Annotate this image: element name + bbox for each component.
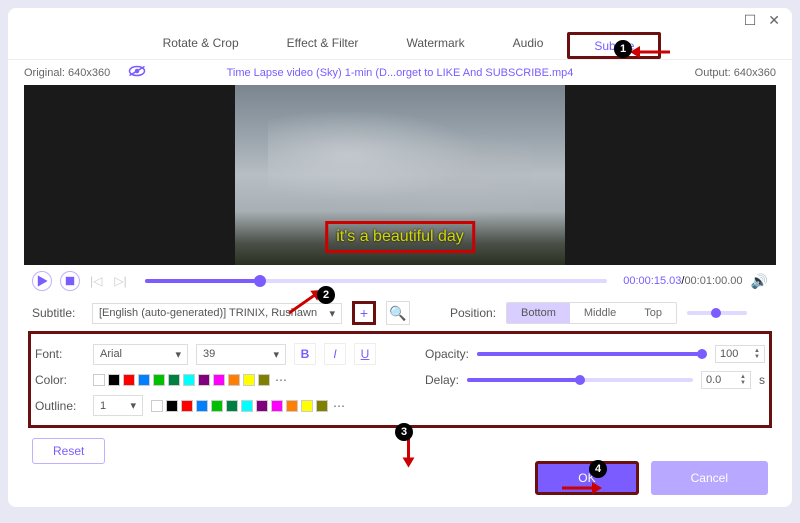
color-swatch[interactable] xyxy=(198,374,210,386)
color-swatches: ⋯ xyxy=(93,373,289,387)
tab-audio[interactable]: Audio xyxy=(489,32,568,59)
annotation-arrow-4 xyxy=(562,478,602,503)
more-colors-button[interactable]: ⋯ xyxy=(273,373,289,387)
color-swatch[interactable] xyxy=(93,374,105,386)
file-title: Time Lapse video (Sky) 1-min (D...orget … xyxy=(227,67,574,79)
playback-controls: |◁ ▷| 00:00:15.03/00:01:00.00 🔊 xyxy=(8,265,792,297)
tabs-bar: Rotate & Crop Effect & Filter Watermark … xyxy=(8,32,792,60)
color-swatch[interactable] xyxy=(183,374,195,386)
outline-swatches: ⋯ xyxy=(151,399,347,413)
annotation-arrow-1 xyxy=(630,42,670,67)
position-group: Bottom Middle Top xyxy=(506,302,677,324)
opacity-spinner[interactable]: 100▲▼ xyxy=(715,345,765,363)
volume-icon[interactable]: 🔊 xyxy=(751,273,768,290)
video-preview: it's a beautiful day xyxy=(24,85,776,265)
color-swatch[interactable] xyxy=(123,374,135,386)
opacity-slider[interactable] xyxy=(477,352,707,356)
position-top[interactable]: Top xyxy=(630,303,676,323)
chevron-down-icon: ▾ xyxy=(329,307,335,320)
cancel-button[interactable]: Cancel xyxy=(651,461,768,495)
seek-slider[interactable] xyxy=(145,279,608,283)
color-swatch[interactable] xyxy=(211,400,223,412)
delay-slider[interactable] xyxy=(467,378,693,382)
info-bar: Original: 640x360 Time Lapse video (Sky)… xyxy=(8,60,792,85)
delay-unit: s xyxy=(759,373,765,387)
maximize-button[interactable]: ☐ xyxy=(744,12,757,29)
tab-watermark[interactable]: Watermark xyxy=(382,32,488,59)
font-label: Font: xyxy=(35,347,85,361)
stop-button[interactable] xyxy=(60,271,80,291)
preview-toggle-icon[interactable] xyxy=(128,64,146,81)
position-middle[interactable]: Middle xyxy=(570,303,630,323)
color-swatch[interactable] xyxy=(258,374,270,386)
color-swatch[interactable] xyxy=(271,400,283,412)
color-swatch[interactable] xyxy=(241,400,253,412)
position-label: Position: xyxy=(450,306,496,320)
position-offset-slider[interactable] xyxy=(687,311,747,315)
color-swatch[interactable] xyxy=(168,374,180,386)
output-resolution: Output: 640x360 xyxy=(695,67,776,79)
color-swatch[interactable] xyxy=(138,374,150,386)
outline-label: Outline: xyxy=(35,399,85,413)
more-colors-button[interactable]: ⋯ xyxy=(331,399,347,413)
tab-effect-filter[interactable]: Effect & Filter xyxy=(263,32,383,59)
color-swatch[interactable] xyxy=(243,374,255,386)
close-button[interactable]: ✕ xyxy=(768,12,780,29)
underline-button[interactable]: U xyxy=(354,343,376,365)
prev-frame-button[interactable]: |◁ xyxy=(88,274,104,288)
color-swatch[interactable] xyxy=(301,400,313,412)
color-swatch[interactable] xyxy=(181,400,193,412)
annotation-marker-4: 4 xyxy=(589,460,607,478)
color-swatch[interactable] xyxy=(153,374,165,386)
reset-button[interactable]: Reset xyxy=(32,438,105,464)
color-swatch[interactable] xyxy=(286,400,298,412)
position-bottom[interactable]: Bottom xyxy=(507,303,570,323)
color-swatch[interactable] xyxy=(316,400,328,412)
opacity-label: Opacity: xyxy=(425,347,469,361)
color-label: Color: xyxy=(35,373,85,387)
annotation-marker-3: 3 xyxy=(395,423,413,441)
annotation-marker-2: 2 xyxy=(317,286,335,304)
next-frame-button[interactable]: ▷| xyxy=(112,274,128,288)
tab-rotate-crop[interactable]: Rotate & Crop xyxy=(139,32,263,59)
play-button[interactable] xyxy=(32,271,52,291)
time-display: 00:00:15.03/00:01:00.00 xyxy=(623,275,742,287)
style-panel: Font: Arial▾ 39▾ B I U Opacity: 100▲▼ Co… xyxy=(28,331,772,428)
italic-button[interactable]: I xyxy=(324,343,346,365)
color-swatch[interactable] xyxy=(256,400,268,412)
color-swatch[interactable] xyxy=(166,400,178,412)
color-swatch[interactable] xyxy=(228,374,240,386)
video-frame: it's a beautiful day xyxy=(235,85,565,265)
subtitle-row: Subtitle: [English (auto-generated)] TRI… xyxy=(8,297,792,329)
search-subtitle-button[interactable]: 🔍 xyxy=(386,301,410,325)
outline-select[interactable]: 1▾ xyxy=(93,395,143,416)
color-swatch[interactable] xyxy=(213,374,225,386)
delay-label: Delay: xyxy=(425,373,459,387)
color-swatch[interactable] xyxy=(151,400,163,412)
titlebar: ☐ ✕ xyxy=(8,8,792,32)
color-swatch[interactable] xyxy=(226,400,238,412)
font-select[interactable]: Arial▾ xyxy=(93,344,188,365)
font-size-select[interactable]: 39▾ xyxy=(196,344,286,365)
subtitle-text: it's a beautiful day xyxy=(336,228,464,245)
subtitle-label: Subtitle: xyxy=(32,306,82,320)
original-resolution: Original: 640x360 xyxy=(24,67,110,79)
color-swatch[interactable] xyxy=(108,374,120,386)
color-swatch[interactable] xyxy=(196,400,208,412)
subtitle-overlay: it's a beautiful day xyxy=(325,221,475,253)
delay-spinner[interactable]: 0.0▲▼ xyxy=(701,371,751,389)
annotation-marker-1: 1 xyxy=(614,40,632,58)
bold-button[interactable]: B xyxy=(294,343,316,365)
add-subtitle-button[interactable]: + xyxy=(352,301,376,325)
